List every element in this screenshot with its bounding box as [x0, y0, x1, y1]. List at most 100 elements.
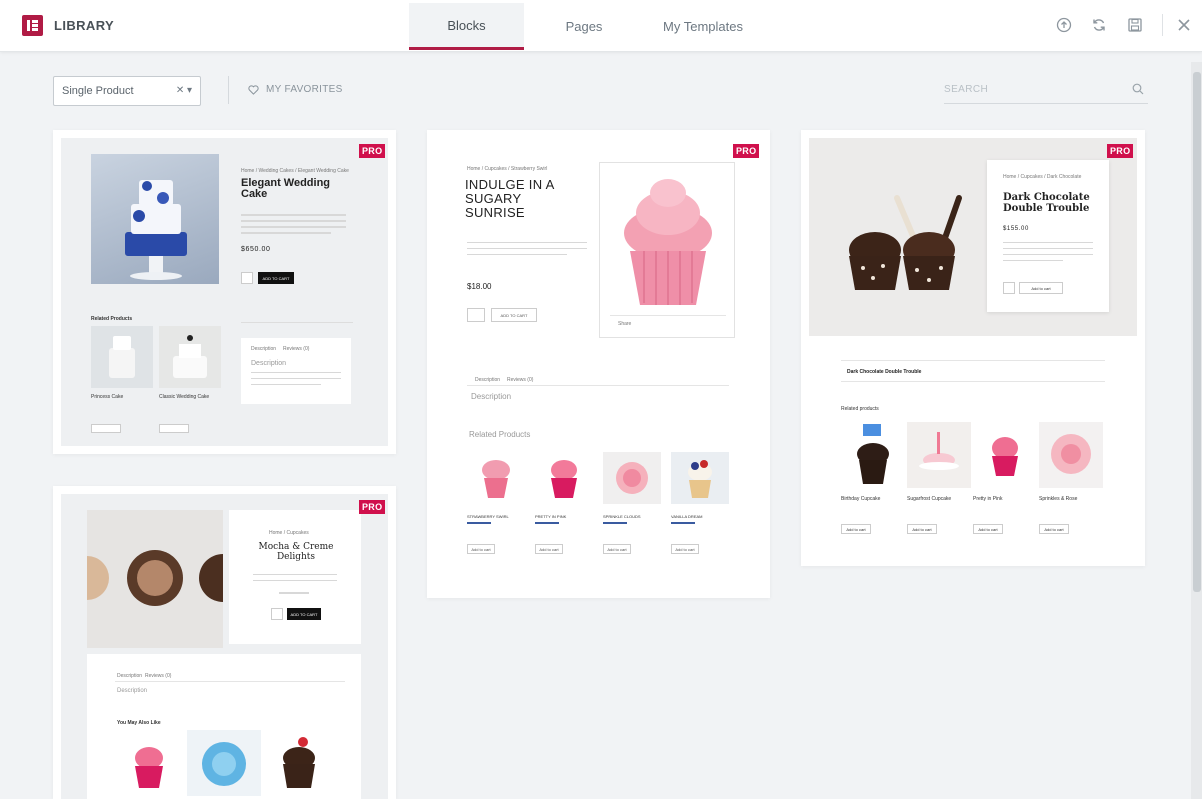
my-favorites-filter[interactable]: MY FAVORITES	[248, 84, 343, 95]
mocha-cupcakes-image	[65, 510, 247, 648]
mocha-description: Description	[117, 688, 148, 694]
related-item-2: PRETTY IN PINK	[535, 514, 567, 519]
mocha-related-pink-image	[117, 730, 181, 796]
sunrise-tab-description: Description	[475, 377, 501, 383]
search-icon	[1132, 83, 1144, 95]
sunrise-add-to-cart: ADD TO CART	[491, 308, 537, 322]
search-input[interactable]: SEARCH	[944, 80, 1148, 104]
library-title: LIBRARY	[54, 18, 115, 33]
chocolate-product-title: Dark Chocolate Double Trouble	[1003, 192, 1090, 214]
related-add-4: Add to cart	[671, 544, 699, 554]
tab-pages[interactable]: Pages	[540, 3, 628, 50]
close-icon[interactable]	[1173, 14, 1195, 36]
wedding-product-title: Elegant Wedding Cake	[241, 177, 331, 200]
sunrise-description: Description	[471, 392, 512, 401]
tab-my-templates[interactable]: My Templates	[645, 3, 761, 50]
pretty-in-pink-image	[973, 422, 1037, 488]
template-card-sugary-sunrise[interactable]: Home / Cupcakes / Strawberry Swirl INDUL…	[427, 130, 770, 598]
classic-wedding-cake-image	[159, 326, 221, 388]
wedding-cake-image	[91, 154, 219, 284]
mocha-product-panel: Home / Cupcakes Mocha & Creme Delights A…	[229, 510, 361, 644]
sunrise-image-panel: Share	[599, 162, 735, 338]
mocha-related-blue-image	[187, 730, 261, 796]
elementor-logo-icon	[22, 15, 43, 36]
chocolate-product-panel: Home / Cupcakes / Dark Chocolate Dark Ch…	[987, 160, 1109, 312]
chocolate-bar: Dark Chocolate Double Trouble	[841, 360, 1105, 382]
chocolate-related-add-1: Add to cart	[841, 524, 871, 534]
mocha-related-heading: You May Also Like	[117, 720, 161, 726]
category-select-value: Single Product	[62, 85, 134, 97]
related-add-3: Add to cart	[603, 544, 631, 554]
card-preview: Home / Wedding Cakes / Elegant Wedding C…	[61, 138, 388, 446]
wedding-add-to-cart: ADD TO CART	[258, 272, 294, 284]
sync-icon[interactable]	[1088, 14, 1110, 36]
related-birthday: Birthday Cupcake	[841, 496, 881, 502]
related-cupcake-4	[671, 452, 729, 504]
sugarfrost-cupcake-image	[907, 422, 971, 488]
toolbar-divider	[228, 76, 229, 104]
sunrise-tab-reviews: Reviews (0)	[507, 377, 534, 383]
mocha-lower-panel: Description Reviews (0) Description You …	[87, 654, 361, 799]
wedding-tab-description: Description	[251, 346, 277, 352]
chocolate-related-add-2: Add to cart	[907, 524, 937, 534]
template-card-mocha-creme[interactable]: Home / Cupcakes Mocha & Creme Delights A…	[53, 486, 396, 799]
my-favorites-label: MY FAVORITES	[266, 84, 343, 95]
chocolate-related-heading: Related products	[841, 406, 879, 412]
header-divider	[1162, 14, 1163, 36]
category-select[interactable]: Single Product ✕ ▾	[53, 76, 201, 106]
clear-dropdown-icon[interactable]: ✕ ▾	[176, 85, 192, 96]
card-preview: Home / Cupcakes Mocha & Creme Delights A…	[61, 494, 388, 799]
related-item-classic: Classic Wedding Cake	[159, 394, 210, 400]
chocolate-cupcakes-image	[849, 195, 962, 290]
chocolate-hero: Home / Cupcakes / Dark Chocolate Dark Ch…	[809, 138, 1137, 336]
tab-blocks[interactable]: Blocks	[409, 3, 524, 50]
mocha-tab-description: Description	[117, 673, 143, 679]
chocolate-price: $155.00	[1003, 226, 1029, 232]
wedding-related-heading: Related Products	[91, 316, 133, 322]
import-icon[interactable]	[1053, 14, 1075, 36]
sunrise-tabs: Description Reviews (0)	[467, 372, 729, 386]
related-item-1: STRAWBERRY SWIRL	[467, 514, 509, 519]
related-item-3: SPRINKLE CLOUDS	[603, 514, 641, 519]
wedding-price: $650.00	[241, 246, 271, 253]
pro-badge: PRO	[733, 144, 760, 158]
princess-cake-image	[91, 326, 153, 388]
related-add-1: Add to cart	[467, 544, 495, 554]
mocha-product-title: Mocha & Creme Delights	[258, 542, 334, 562]
pro-badge: PRO	[359, 144, 386, 158]
chocolate-related-add-4: Add to cart	[1039, 524, 1069, 534]
related-pink: Pretty in Pink	[973, 496, 1003, 502]
search-placeholder: SEARCH	[944, 84, 989, 95]
related-cupcake-2	[535, 452, 593, 504]
related-cupcake-3	[603, 452, 661, 504]
wedding-tab-reviews: Reviews (0)	[283, 346, 310, 352]
pro-badge: PRO	[359, 500, 386, 514]
related-cupcake-1	[467, 452, 525, 504]
scrollbar-thumb[interactable]	[1193, 72, 1201, 592]
mocha-add-to-cart: ADD TO CART	[287, 608, 321, 620]
chocolate-add-to-cart: Add to cart	[1019, 282, 1063, 294]
chocolate-bar-title: Dark Chocolate Double Trouble	[847, 369, 922, 375]
related-sprinkles: Sprinkles & Rose	[1039, 496, 1078, 502]
sunrise-price: $18.00	[467, 282, 492, 291]
related-item-princess: Princess Cake	[91, 394, 124, 400]
library-header: LIBRARY Blocks Pages My Templates	[0, 0, 1202, 52]
related-sugarfrost: Sugarfrost Cupcake	[907, 496, 952, 502]
wedding-tabs-panel: Description Reviews (0) Description	[241, 338, 351, 404]
sunrise-product-title: INDULGE IN A SUGARY SUNRISE	[465, 177, 554, 220]
birthday-cupcake-image	[841, 422, 905, 488]
sunrise-related-heading: Related Products	[469, 430, 531, 439]
sprinkles-rose-image	[1039, 422, 1103, 488]
template-card-wedding-cake[interactable]: Home / Wedding Cakes / Elegant Wedding C…	[53, 130, 396, 454]
strawberry-cupcake-image	[624, 179, 712, 305]
pro-badge: PRO	[1107, 144, 1134, 158]
related-add-2: Add to cart	[535, 544, 563, 554]
share-label: Share	[618, 321, 632, 327]
wedding-description: Description	[251, 360, 287, 367]
heart-icon	[248, 84, 259, 95]
save-icon[interactable]	[1124, 14, 1146, 36]
mocha-tabs: Description Reviews (0)	[115, 668, 345, 682]
mocha-related-chocolate-image	[267, 730, 331, 796]
template-card-dark-chocolate[interactable]: Home / Cupcakes / Dark Chocolate Dark Ch…	[801, 130, 1145, 566]
chocolate-related-add-3: Add to cart	[973, 524, 1003, 534]
